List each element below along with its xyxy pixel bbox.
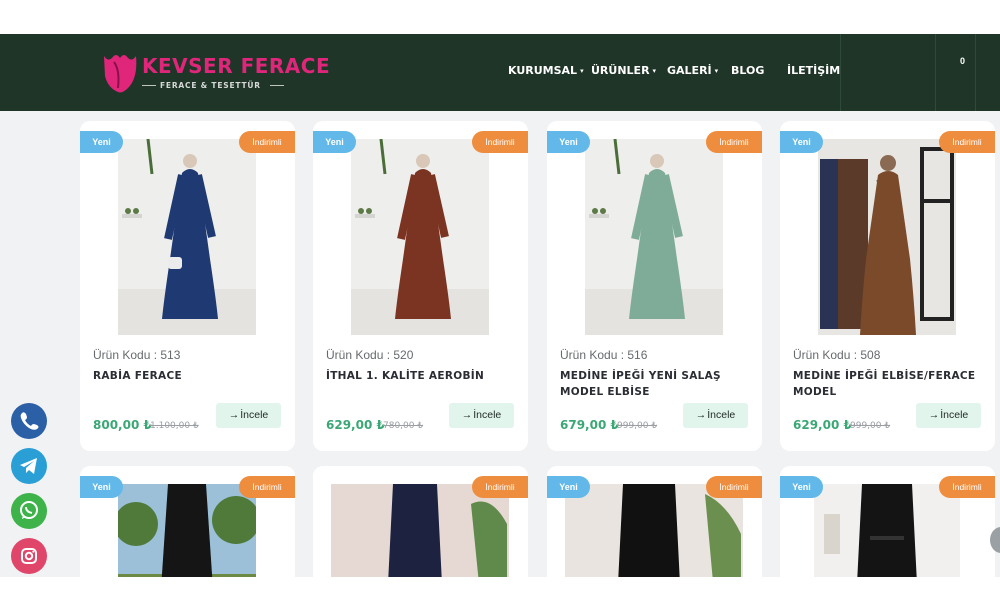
inspect-button[interactable]: →İncele (683, 403, 748, 428)
brand-tagline: FERACE & TESETTÜR (160, 81, 261, 90)
product-code: Ürün Kodu : 513 (93, 348, 181, 362)
product-title[interactable]: MEDİNE İPEĞİ ELBİSE/FERACE MODEL (793, 368, 983, 400)
discount-badge: İndirimli (939, 131, 995, 153)
product-card[interactable]: Yeni İndirimli Ürün Kodu : 508 MEDİNE İP… (780, 121, 995, 451)
product-code: Ürün Kodu : 520 (326, 348, 414, 362)
discount-badge: İndirimli (239, 476, 295, 498)
cart-count-badge[interactable]: 0 (960, 56, 965, 66)
nav-label: KURUMSAL (508, 64, 578, 77)
product-title[interactable]: MEDİNE İPEĞİ YENİ SALAŞ MODEL ELBİSE (560, 368, 750, 400)
arrow-right-icon: → (695, 409, 707, 421)
nav-galeri[interactable]: GALERİ ▾ (667, 64, 718, 77)
site-header: KEVSER FERACE FERACE & TESETTÜR KURUMSAL… (0, 34, 1000, 111)
product-price: 629,00 ₺ (793, 418, 852, 432)
discount-badge: İndirimli (472, 476, 528, 498)
product-card[interactable]: İndirimli (313, 466, 528, 577)
tagline-rule-right (270, 85, 284, 86)
nav-kurumsal[interactable]: KURUMSAL ▾ (508, 64, 584, 77)
product-image[interactable] (814, 484, 960, 577)
new-badge: Yeni (547, 476, 590, 498)
inspect-button-label: İncele (940, 409, 969, 421)
arrow-right-icon: → (928, 409, 940, 421)
dress-photo-icon (351, 139, 489, 335)
product-price: 800,00 ₺ (93, 418, 152, 432)
brand-name: KEVSER FERACE (142, 54, 331, 78)
product-card[interactable]: Yeni İndirimli (780, 466, 995, 577)
dress-photo-icon (818, 139, 956, 335)
inspect-button[interactable]: →İncele (216, 403, 281, 428)
whatsapp-button[interactable] (11, 493, 47, 529)
dress-photo-icon (814, 484, 960, 577)
tagline-rule-left (142, 85, 156, 86)
instagram-icon (11, 538, 47, 574)
chevron-down-icon: ▾ (652, 67, 657, 75)
product-old-price: 999,00 ₺ (617, 421, 658, 431)
product-image[interactable] (118, 139, 256, 335)
telegram-button[interactable] (11, 448, 47, 484)
top-blank-band (0, 0, 1000, 34)
dress-photo-icon (118, 139, 256, 335)
product-card[interactable]: Yeni İndirimli (80, 466, 295, 577)
discount-badge: İndirimli (239, 131, 295, 153)
instagram-button[interactable] (11, 538, 47, 574)
inspect-button-label: İncele (240, 409, 269, 421)
whatsapp-icon (11, 493, 47, 529)
discount-badge: İndirimli (706, 131, 762, 153)
product-card[interactable]: Yeni İndirimli Ürün Kodu : 520 İTHAL 1. … (313, 121, 528, 451)
tulip-logo-icon (104, 55, 137, 93)
arrow-right-icon: → (461, 409, 473, 421)
product-price: 629,00 ₺ (326, 418, 385, 432)
dress-photo-icon (118, 484, 256, 577)
discount-badge: İndirimli (472, 131, 528, 153)
discount-badge: İndirimli (706, 476, 762, 498)
product-price: 679,00 ₺ (560, 418, 619, 432)
dress-photo-icon (585, 139, 723, 335)
product-card[interactable]: Yeni İndirimli Ürün Kodu : 516 MEDİNE İP… (547, 121, 762, 451)
product-image[interactable] (351, 139, 489, 335)
product-grid: Yeni İndirimli Ürün Kodu : 513 RABİA FER (0, 111, 1000, 577)
inspect-button-label: İncele (473, 409, 502, 421)
chevron-down-icon: ▾ (580, 67, 584, 75)
product-image[interactable] (818, 139, 956, 335)
product-code: Ürün Kodu : 516 (560, 348, 648, 362)
header-divider (935, 34, 936, 111)
new-badge: Yeni (780, 131, 823, 153)
header-divider (840, 34, 841, 111)
bottom-blank-band (0, 577, 1000, 611)
product-old-price: 780,00 ₺ (383, 421, 424, 431)
telegram-icon (11, 448, 47, 484)
arrow-right-icon: → (228, 409, 240, 421)
product-card[interactable]: Yeni İndirimli Ürün Kodu : 513 RABİA FER (80, 121, 295, 451)
new-badge: Yeni (780, 476, 823, 498)
header-divider (975, 34, 976, 111)
new-badge: Yeni (547, 131, 590, 153)
product-image[interactable] (585, 139, 723, 335)
brand-logo[interactable]: KEVSER FERACE FERACE & TESETTÜR (100, 48, 330, 98)
product-card[interactable]: Yeni İndirimli (547, 466, 762, 577)
product-image[interactable] (118, 484, 256, 577)
product-title[interactable]: RABİA FERACE (93, 368, 283, 384)
inspect-button-label: İncele (707, 409, 736, 421)
new-badge: Yeni (80, 131, 123, 153)
product-title[interactable]: İTHAL 1. KALİTE AEROBİN (326, 368, 516, 384)
product-old-price: 999,00 ₺ (850, 421, 891, 431)
phone-button[interactable] (11, 403, 47, 439)
inspect-button[interactable]: →İncele (449, 403, 514, 428)
product-old-price: 1.100,00 ₺ (150, 421, 199, 431)
nav-label: GALERİ (667, 64, 712, 77)
nav-blog[interactable]: BLOG (731, 64, 764, 77)
inspect-button[interactable]: →İncele (916, 403, 981, 428)
discount-badge: İndirimli (939, 476, 995, 498)
nav-label: ÜRÜNLER (591, 64, 650, 77)
page: KEVSER FERACE FERACE & TESETTÜR KURUMSAL… (0, 0, 1000, 611)
new-badge: Yeni (313, 131, 356, 153)
product-code: Ürün Kodu : 508 (793, 348, 881, 362)
new-badge: Yeni (80, 476, 123, 498)
phone-icon (11, 403, 47, 439)
nav-iletisim[interactable]: İLETİŞİM (787, 64, 840, 77)
chevron-down-icon: ▾ (714, 67, 719, 75)
nav-urunler[interactable]: ÜRÜNLER ▾ (591, 64, 656, 77)
